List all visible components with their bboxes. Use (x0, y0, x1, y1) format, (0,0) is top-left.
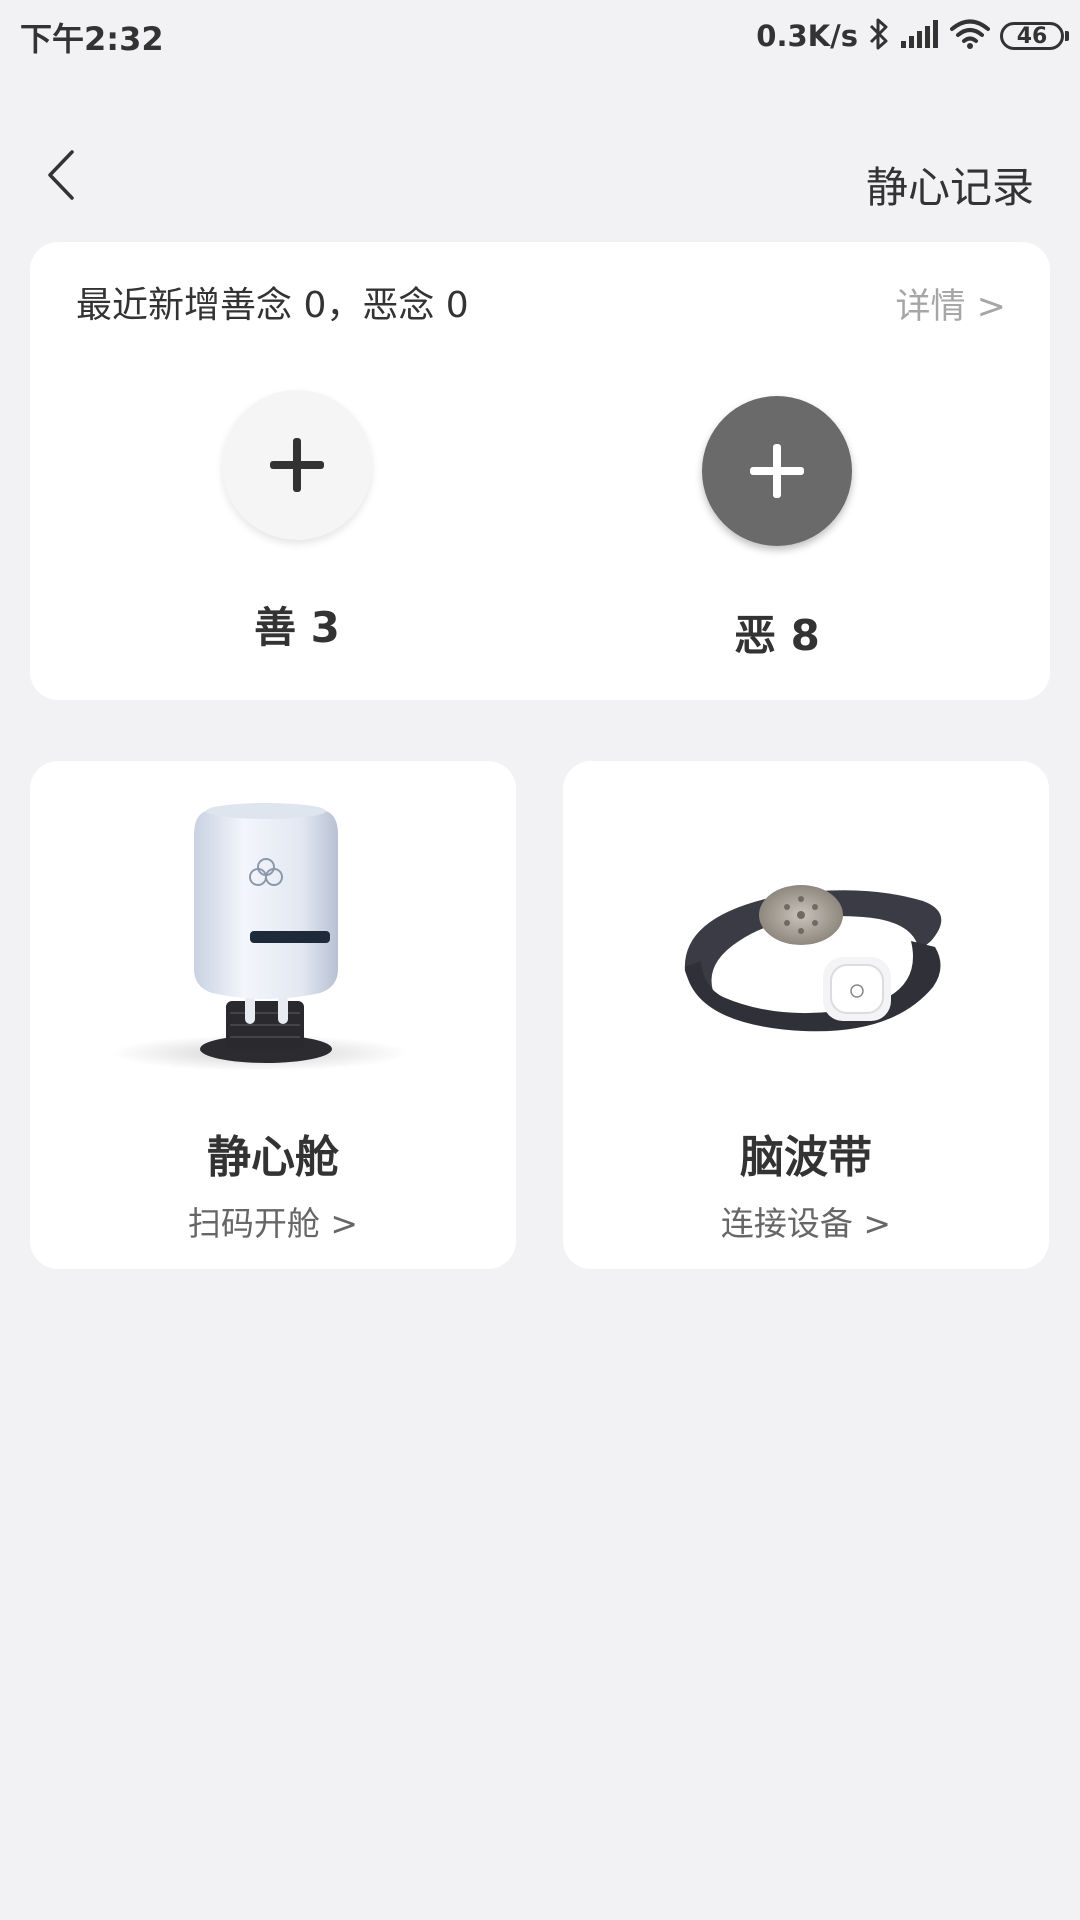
details-link[interactable]: 详情 > (896, 278, 1006, 329)
back-button[interactable] (36, 140, 86, 210)
brainwave-band-card[interactable]: 脑波带 连接设备 > (563, 761, 1049, 1269)
bluetooth-icon (868, 17, 890, 55)
summary-card: 最近新增善念 0，恶念 0 详情 > 善 3 恶 8 (30, 242, 1050, 700)
recent-summary-text: 最近新增善念 0，恶念 0 (76, 285, 469, 326)
plus-icon (750, 444, 804, 498)
device-name: 静心舱 (207, 1132, 339, 1183)
network-speed: 0.3K/s (756, 19, 858, 53)
page-title: 静心记录 (865, 163, 1034, 212)
status-time: 下午2:32 (20, 20, 164, 58)
scan-to-open-link[interactable]: 扫码开舱 > (30, 1197, 516, 1245)
add-good-thought-button[interactable] (222, 390, 372, 540)
pod-device-image (30, 791, 516, 1091)
meditation-pod-card[interactable]: 静心舱 扫码开舱 > (30, 761, 516, 1269)
bad-count-label: 恶 8 (734, 611, 820, 660)
signal-icon (900, 19, 940, 53)
chevron-left-icon (48, 150, 74, 200)
good-count-label: 善 3 (254, 603, 340, 652)
plus-icon (270, 438, 324, 492)
battery-level: 46 (1016, 23, 1048, 49)
add-bad-thought-button[interactable] (702, 396, 852, 546)
headband-device-image (563, 791, 1049, 1091)
status-bar: 下午2:32 0.3K/s 46 (0, 0, 1080, 72)
connect-device-link[interactable]: 连接设备 > (563, 1197, 1049, 1245)
battery-icon: 46 (1000, 22, 1069, 50)
device-name: 脑波带 (740, 1132, 872, 1183)
status-icons: 0.3K/s 46 (756, 14, 1069, 58)
wifi-icon (950, 18, 990, 54)
